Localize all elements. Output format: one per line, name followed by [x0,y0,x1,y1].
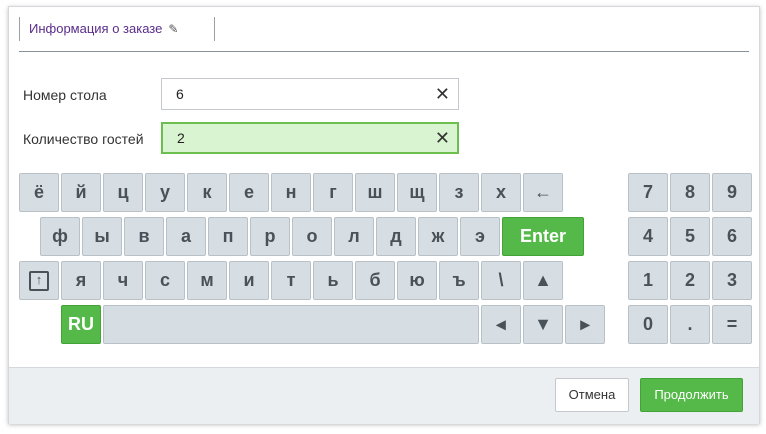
key-н[interactable]: н [271,173,311,212]
tab-label: Информация о заказе [29,21,163,36]
key-с[interactable]: с [145,261,185,300]
key-о[interactable]: о [292,217,332,256]
guests-value: 2 [177,130,185,146]
numpad-key-0[interactable]: 0 [628,305,668,344]
key-щ[interactable]: щ [397,173,437,212]
key-д[interactable]: д [376,217,416,256]
tab-order-info[interactable]: Информация о заказе ✎ [19,17,216,41]
shift-arrow-icon: ↑ [29,271,49,292]
dialog-footer: Отмена Продолжить [9,367,759,424]
key-е[interactable]: е [229,173,269,212]
order-dialog: Информация о заказе ✎ Номер стола 6 ✕ Кол… [8,6,760,424]
key-я[interactable]: я [61,261,101,300]
key-и[interactable]: и [229,261,269,300]
table-number-field[interactable]: 6 ✕ [161,78,459,110]
backspace-key[interactable]: ← [523,173,563,212]
key-м[interactable]: м [187,261,227,300]
shift-key[interactable]: ↑ [19,261,59,300]
key-х[interactable]: х [481,173,521,212]
enter-key[interactable]: Enter [502,217,584,256]
key-у[interactable]: у [145,173,185,212]
key-б[interactable]: б [355,261,395,300]
continue-button[interactable]: Продолжить [640,378,743,412]
key-а[interactable]: а [166,217,206,256]
key-р[interactable]: р [250,217,290,256]
key-й[interactable]: й [61,173,101,212]
key-\[interactable]: \ [481,261,521,300]
guests-field[interactable]: 2 ✕ [161,122,459,154]
numpad-key-4[interactable]: 4 [628,217,668,256]
key-ы[interactable]: ы [82,217,122,256]
numpad-key-3[interactable]: 3 [712,261,752,300]
language-key[interactable]: RU [61,305,101,344]
numpad-key-dot[interactable]: . [670,305,710,344]
key-ф[interactable]: ф [40,217,80,256]
key-з[interactable]: з [439,173,479,212]
key-л[interactable]: л [334,217,374,256]
arrow-right-key[interactable]: ▸ [565,305,605,344]
numpad-key-8[interactable]: 8 [670,173,710,212]
key-в[interactable]: в [124,217,164,256]
clear-guests-icon[interactable]: ✕ [435,124,450,152]
space-key[interactable] [103,305,479,344]
clear-table-icon[interactable]: ✕ [435,79,450,109]
key-ц[interactable]: ц [103,173,143,212]
key-ю[interactable]: ю [397,261,437,300]
key-ъ[interactable]: ъ [439,261,479,300]
key-т[interactable]: т [271,261,311,300]
table-number-label: Номер стола [23,87,107,103]
key-ш[interactable]: ш [355,173,395,212]
numpad-key-7[interactable]: 7 [628,173,668,212]
arrow-down-key[interactable]: ▼ [523,305,563,344]
key-г[interactable]: г [313,173,353,212]
numpad-key-1[interactable]: 1 [628,261,668,300]
on-screen-keyboard: ё й ц у к е н г ш щ з х ← ф ы в а п р о л д ж э Enter ↑ я ч с м и т ь б ю ъ… [9,169,759,365]
table-number-value: 6 [176,86,184,102]
numpad-key-2[interactable]: 2 [670,261,710,300]
key-к[interactable]: к [187,173,227,212]
key-ь[interactable]: ь [313,261,353,300]
numpad-key-6[interactable]: 6 [712,217,752,256]
pencil-icon: ✎ [168,22,179,36]
arrow-up-key[interactable]: ▲ [523,261,563,300]
key-ж[interactable]: ж [418,217,458,256]
divider [19,51,749,52]
arrow-left-key[interactable]: ◂ [481,305,521,344]
key-ч[interactable]: ч [103,261,143,300]
key-п[interactable]: п [208,217,248,256]
guests-label: Количество гостей [23,131,144,147]
numpad-key-9[interactable]: 9 [712,173,752,212]
key-э[interactable]: э [460,217,500,256]
numpad-key-5[interactable]: 5 [670,217,710,256]
numpad-key-equals[interactable]: = [712,305,752,344]
cancel-button[interactable]: Отмена [555,378,629,412]
key-ё[interactable]: ё [19,173,59,212]
